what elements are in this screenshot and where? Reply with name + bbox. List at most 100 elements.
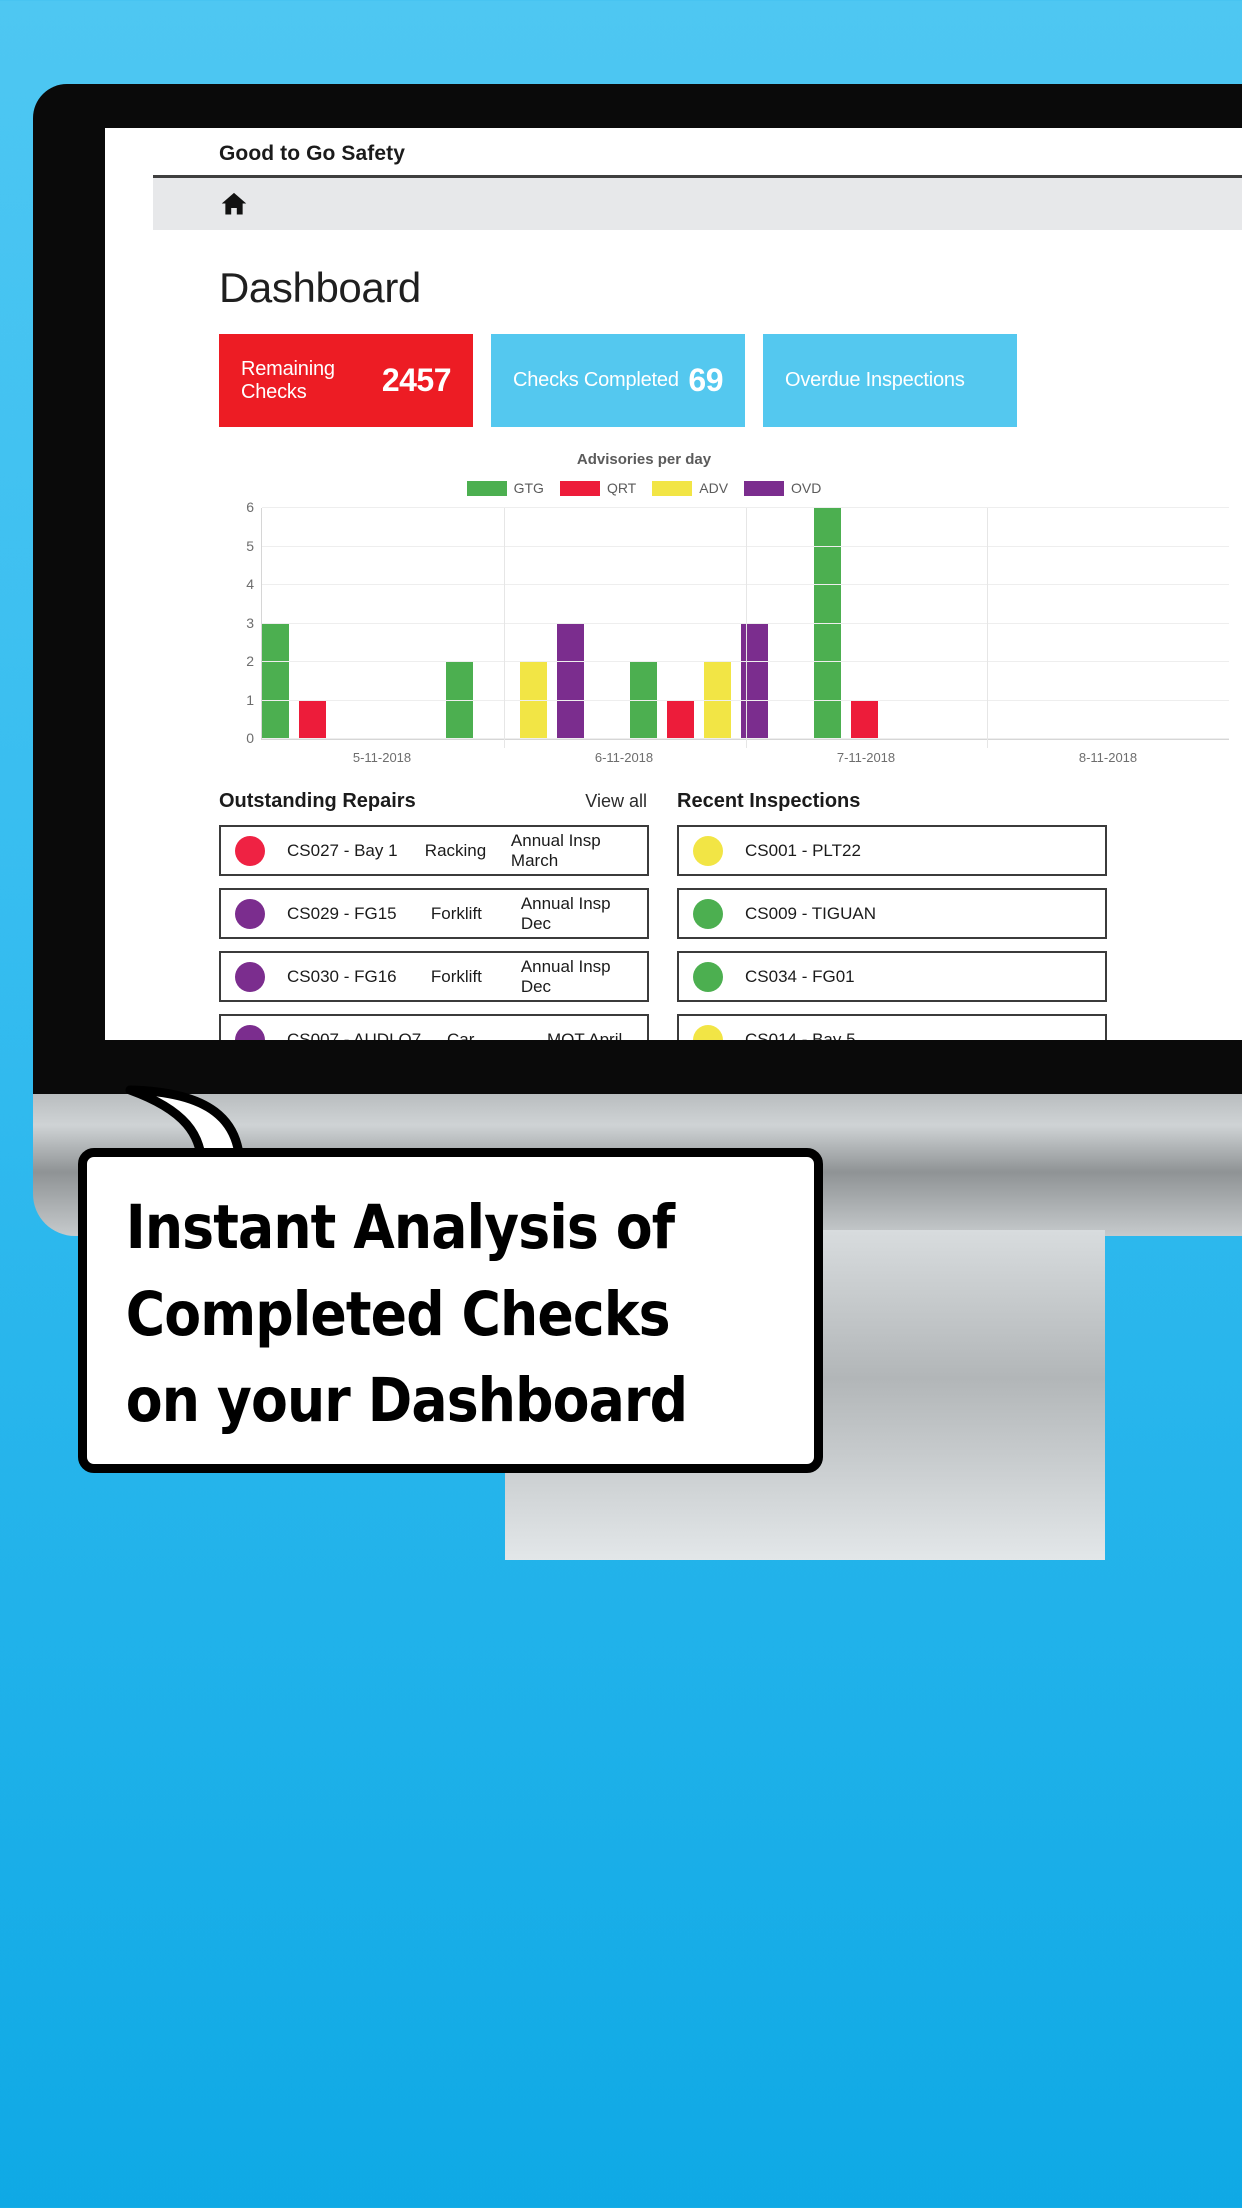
legend-label: QRT — [606, 480, 637, 496]
recent-inspections-header: Recent Inspections — [677, 790, 1107, 813]
recent-inspections-title: Recent Inspections — [677, 790, 861, 812]
stat-card-value: 2457 — [381, 362, 452, 398]
caption-box: Instant Analysis of Completed Checks on … — [78, 1148, 823, 1473]
list-item[interactable]: CS001 - PLT22 — [677, 825, 1107, 876]
stat-card-overdue-inspections[interactable]: Overdue Inspections — [763, 334, 1017, 427]
list-item[interactable]: CS029 - FG15 Forklift Annual Insp Dec — [219, 888, 649, 939]
list-item-name: CS029 - FG15 — [287, 903, 397, 923]
chart-y-tick-label: 4 — [246, 576, 254, 593]
status-badge — [235, 961, 265, 992]
status-badge — [693, 961, 723, 992]
outstanding-repairs-rows: CS027 - Bay 1 Racking Annual Insp March CS0… — [219, 825, 649, 1040]
chart-bar-qrt[interactable] — [299, 700, 326, 739]
page-title: Dashboard — [219, 264, 421, 311]
list-item[interactable]: CS009 - TIGUAN — [677, 888, 1107, 939]
chart-x-tick-label: 6-11-2018 — [594, 750, 654, 765]
list-item-type: Forklift — [430, 966, 482, 986]
brand-bar: Good to Go Safety — [153, 128, 1242, 178]
chart-bar-qrt[interactable] — [667, 700, 694, 739]
caption-line-2: Completed Checks — [125, 1278, 671, 1350]
status-badge — [235, 898, 265, 929]
list-item-type: Racking — [424, 840, 487, 860]
chart-category-separator — [745, 508, 747, 748]
caption-line-3: on your Dashboard — [125, 1365, 688, 1437]
list-item-note: Annual Insp Dec — [520, 956, 611, 996]
status-badge — [235, 835, 265, 866]
legend-swatch-icon — [744, 480, 785, 496]
list-item-note: Annual Insp March — [510, 830, 601, 870]
list-item[interactable]: CS034 - FG01 — [677, 951, 1107, 1002]
list-item-name: CS009 - TIGUAN — [745, 903, 877, 923]
chart-category-separator — [987, 508, 989, 748]
chart-y-tick-label: 5 — [246, 537, 254, 554]
list-item[interactable]: CS030 - FG16 Forklift Annual Insp Dec — [219, 951, 649, 1002]
recent-inspections-rows: CS001 - PLT22 CS009 - TIGUAN CS034 - FG01 C… — [677, 825, 1107, 1040]
chart-bar-qrt[interactable] — [851, 700, 878, 739]
legend-item-ovd[interactable]: OVD — [744, 480, 821, 496]
legend-label: OVD — [791, 480, 822, 496]
stat-card-label: Remaining Checks — [241, 357, 335, 403]
legend-label: GTG — [513, 480, 544, 496]
legend-item-adv[interactable]: ADV — [652, 480, 728, 496]
chart-bar-group — [262, 508, 400, 739]
list-item-type: Forklift — [430, 903, 482, 923]
outstanding-repairs-view-all-link[interactable]: View all — [585, 791, 647, 812]
advisories-chart: Advisories per day GTG QRT ADV OVD 0 1 2 3 4 5 6 … — [219, 451, 1229, 765]
chart-bar-gtg[interactable] — [814, 508, 841, 739]
list-item-note: Annual Insp Dec — [520, 893, 611, 933]
chart-bar-gtg[interactable] — [262, 623, 289, 739]
list-item[interactable]: CS007 - AUDI Q7 Car MOT April — [219, 1014, 649, 1040]
outstanding-repairs-header: Outstanding Repairs View all — [219, 790, 649, 813]
list-item-name: CS030 - FG16 — [287, 966, 397, 986]
stat-card-remaining-checks[interactable]: Remaining Checks 2457 — [219, 334, 473, 427]
list-item-type: Car — [447, 1029, 475, 1041]
dashboard-content: Dashboard Remaining Checks 2457 Checks C… — [153, 230, 1242, 1040]
legend-swatch-icon — [652, 480, 693, 496]
legend-swatch-icon — [559, 480, 600, 496]
list-item[interactable]: CS027 - Bay 1 Racking Annual Insp March — [219, 825, 649, 876]
list-item-name: CS014 - Bay 5 — [745, 1029, 856, 1041]
legend-item-qrt[interactable]: QRT — [559, 480, 637, 496]
stat-card-checks-completed[interactable]: Checks Completed 69 — [491, 334, 745, 427]
list-item-name: CS001 - PLT22 — [745, 840, 861, 860]
status-badge — [235, 1024, 265, 1040]
list-item-note: MOT April — [547, 1029, 623, 1041]
chart-plot: 0 1 2 3 4 5 6 5-11-2018 6-11-2018 7-11-2018 8-11-… — [219, 499, 1229, 765]
chart-legend: GTG QRT ADV OVD — [105, 480, 1229, 496]
chart-y-tick-label: 6 — [246, 499, 254, 515]
chart-y-tick-label: 0 — [246, 730, 254, 746]
chart-y-tick-label: 1 — [246, 691, 254, 708]
dashboard-lists: Outstanding Repairs View all CS027 - Bay… — [219, 790, 1242, 1040]
chart-bar-group — [630, 508, 768, 739]
legend-label: ADV — [699, 480, 729, 496]
status-badge — [693, 835, 723, 866]
chart-category-separator — [503, 508, 505, 748]
chart-x-tick-label: 5-11-2018 — [352, 750, 412, 765]
list-item-name: CS034 - FG01 — [745, 966, 855, 986]
stat-card-value: 69 — [688, 362, 723, 398]
status-badge — [693, 898, 723, 929]
list-item-name: CS027 - Bay 1 — [287, 840, 398, 860]
chart-x-tick-label: 8-11-2018 — [1078, 750, 1138, 765]
chart-x-axis-labels: 5-11-2018 6-11-2018 7-11-2018 8-11-2018 — [261, 750, 1229, 765]
list-item[interactable]: CS014 - Bay 5 — [677, 1014, 1107, 1040]
stat-cards: Remaining Checks 2457 Checks Completed 6… — [219, 334, 1242, 427]
legend-item-gtg[interactable]: GTG — [466, 480, 544, 496]
caption-line-1: Instant Analysis of — [125, 1192, 675, 1263]
chart-plot-area: 0 1 2 3 4 5 6 — [246, 499, 1229, 748]
chart-bar-ovd[interactable] — [557, 623, 584, 739]
chart-y-tick-label: 3 — [246, 614, 254, 631]
chart-title: Advisories per day — [576, 451, 712, 468]
stat-card-label: Checks Completed — [513, 369, 679, 391]
nav-bar — [153, 178, 1242, 230]
recent-inspections-panel: Recent Inspections CS001 - PLT22 CS009 - … — [677, 790, 1107, 1040]
brand-title: Good to Go Safety — [219, 142, 406, 165]
outstanding-repairs-title: Outstanding Repairs — [219, 790, 416, 812]
home-icon[interactable] — [219, 190, 249, 218]
app-screen: Good to Go Safety Dashboard Remaining Ch… — [105, 128, 1242, 1040]
chart-bar-group — [814, 508, 952, 739]
caption-text: Instant Analysis of Completed Checks on … — [87, 1157, 727, 1445]
chart-y-tick-label: 2 — [246, 653, 254, 670]
chart-x-tick-label: 7-11-2018 — [836, 750, 896, 765]
status-badge — [693, 1024, 723, 1040]
